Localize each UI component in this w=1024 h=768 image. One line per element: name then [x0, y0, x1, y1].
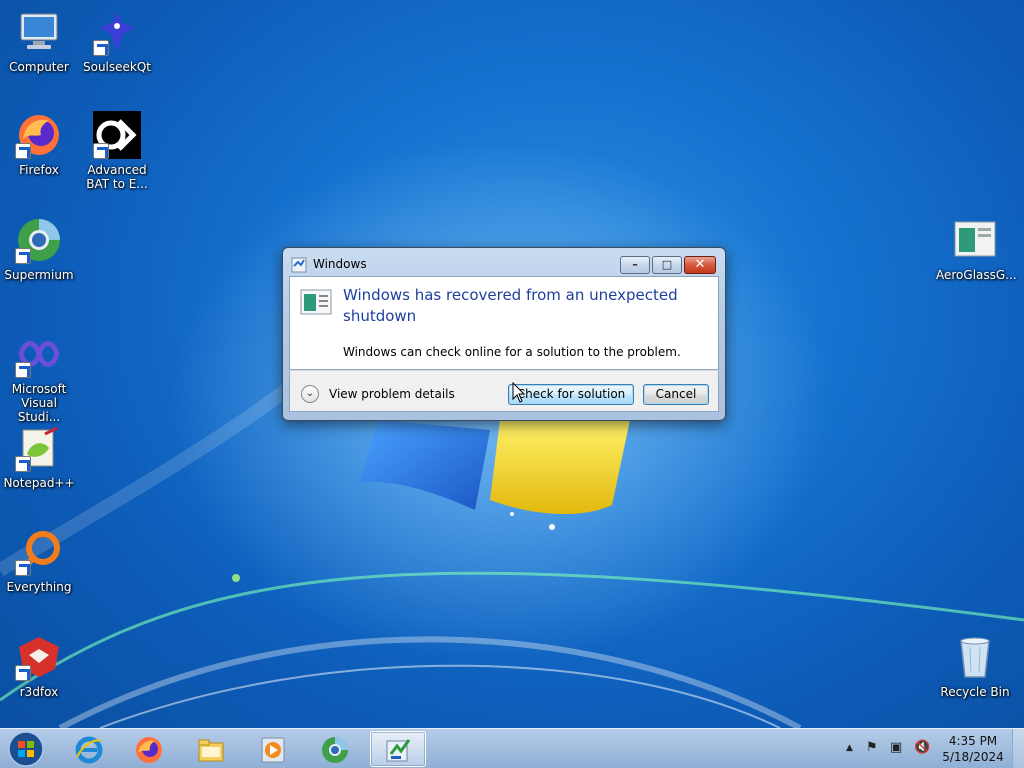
desktop-icon-advanced-bat-to-exe[interactable]: Advanced BAT to E...	[78, 111, 156, 191]
check-for-solution-button[interactable]: Check for solution	[508, 384, 634, 405]
mouse-cursor-icon	[512, 381, 526, 404]
taskbar-supermium[interactable]	[308, 731, 364, 767]
desktop-icon-notepad-plus-plus[interactable]: Notepad++	[0, 424, 78, 490]
clock-time: 4:35 PM	[948, 734, 998, 748]
dialog-title: Windows	[313, 257, 367, 271]
close-button[interactable]: ✕	[684, 256, 716, 274]
desktop-icon-soulseekqt[interactable]: SoulseekQt	[78, 8, 156, 74]
taskbar-clock[interactable]: 4:35 PM 5/18/2024	[940, 733, 1006, 765]
taskbar: ▲ ⚑ ▣ 🔇 4:35 PM 5/18/2024	[0, 728, 1024, 768]
taskbar-media-player[interactable]	[246, 731, 302, 767]
view-problem-details-link[interactable]: View problem details	[329, 387, 455, 401]
show-desktop-button[interactable]	[1012, 729, 1024, 768]
problem-report-icon	[300, 289, 332, 315]
desktop-icon-computer[interactable]: Computer	[0, 8, 78, 74]
network-icon[interactable]: ▣	[890, 740, 902, 755]
shortcut-arrow-icon	[15, 362, 31, 378]
soulseek-bird-icon	[93, 8, 141, 56]
taskbar-windows-error-reporting[interactable]	[370, 731, 426, 767]
dialog-footer: ⌄ View problem details Check for solutio…	[289, 370, 719, 412]
recovery-dialog: Windows – □ ✕ Windows has recovered from…	[282, 247, 726, 421]
file-explorer-icon	[198, 739, 224, 762]
computer-icon	[15, 8, 63, 56]
desktop-icon-aeroglassgui[interactable]: AeroGlassG...	[936, 216, 1017, 282]
visual-studio-icon	[15, 330, 63, 378]
minimize-icon: –	[632, 258, 638, 271]
desktop-icon-r3dfox[interactable]: r3dfox	[0, 633, 78, 699]
minimize-button[interactable]: –	[620, 256, 650, 274]
shortcut-arrow-icon	[93, 143, 109, 159]
windows-error-reporting-icon	[386, 739, 411, 762]
internet-explorer-icon	[75, 736, 103, 764]
shortcut-arrow-icon	[15, 665, 31, 681]
aeroglass-window-icon	[951, 216, 999, 264]
chevron-down-icon[interactable]: ⌄	[301, 385, 319, 403]
shortcut-arrow-icon	[93, 40, 109, 56]
taskbar-internet-explorer[interactable]	[62, 731, 118, 767]
shortcut-arrow-icon	[15, 143, 31, 159]
firefox-icon	[136, 737, 162, 763]
dialog-headline: Windows has recovered from an unexpected…	[343, 286, 678, 325]
volume-muted-icon[interactable]: 🔇	[914, 740, 930, 755]
firefox-icon	[15, 111, 63, 159]
dialog-titlebar[interactable]: Windows – □ ✕	[283, 248, 725, 278]
maximize-button[interactable]: □	[652, 256, 682, 274]
cancel-button[interactable]: Cancel	[643, 384, 709, 405]
desktop-icon-recycle-bin[interactable]: Recycle Bin	[936, 633, 1014, 699]
dialog-message: Windows can check online for a solution …	[343, 345, 681, 359]
action-center-flag-icon[interactable]: ⚑	[866, 740, 878, 755]
bat-to-exe-icon	[93, 111, 141, 159]
start-orb-icon	[8, 731, 44, 767]
shortcut-arrow-icon	[15, 248, 31, 264]
everything-search-icon	[15, 528, 63, 576]
system-tray: ▲ ⚑ ▣ 🔇	[842, 729, 942, 768]
show-hidden-icons-chevron-icon[interactable]: ▲	[846, 743, 853, 753]
shortcut-arrow-icon	[15, 456, 31, 472]
clock-date: 5/18/2024	[942, 750, 1004, 764]
desktop-icon-firefox[interactable]: Firefox	[0, 111, 78, 177]
taskbar-file-explorer[interactable]	[184, 731, 240, 767]
start-button[interactable]	[6, 730, 46, 768]
supermium-icon	[322, 737, 348, 763]
notepad-plus-plus-icon	[15, 424, 63, 472]
windows-flag-icon	[291, 257, 307, 273]
desktop-icon-supermium[interactable]: Supermium	[0, 216, 78, 282]
recycle-bin-icon	[951, 633, 999, 681]
media-player-icon	[261, 737, 285, 763]
desktop-icon-visual-studio[interactable]: Microsoft Visual Studi...	[0, 330, 78, 424]
dialog-content: Windows has recovered from an unexpected…	[289, 276, 719, 370]
desktop-icon-everything[interactable]: Everything	[0, 528, 78, 594]
maximize-icon: □	[661, 258, 673, 271]
taskbar-firefox[interactable]	[122, 731, 178, 767]
supermium-icon	[15, 216, 63, 264]
shortcut-arrow-icon	[15, 560, 31, 576]
close-icon: ✕	[694, 257, 706, 272]
r3dfox-icon	[15, 633, 63, 681]
